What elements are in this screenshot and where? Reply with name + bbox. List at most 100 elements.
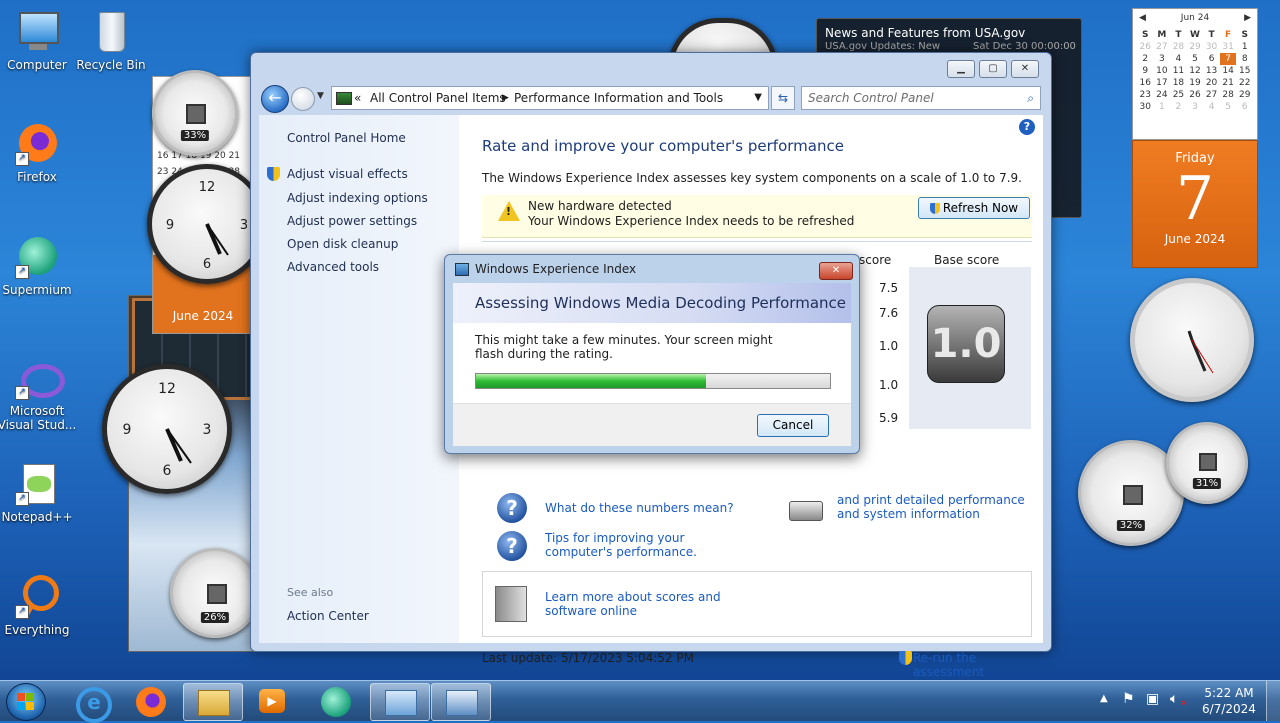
calendar-day-cell[interactable]: 3: [1187, 101, 1204, 113]
refresh-now-button[interactable]: Refresh Now: [918, 197, 1030, 219]
action-center-link[interactable]: Action Center: [287, 609, 369, 623]
calendar-day-cell[interactable]: 21: [1220, 77, 1237, 89]
calendar-day-cell[interactable]: 17: [1154, 77, 1171, 89]
clock-gadget[interactable]: 12 3 6 9: [147, 164, 267, 284]
print-details-link[interactable]: and print detailed performance and syste…: [837, 493, 1037, 521]
calendar-day-cell[interactable]: 2: [1137, 53, 1154, 65]
calendar-day-cell[interactable]: 22: [1236, 77, 1253, 89]
calendar-gadget[interactable]: ◀ Jun 24 ▶ SMTWTFS 26 27 28 29 30 31 1 2 3 4 5 6 7 8 9…: [1132, 8, 1258, 268]
adjust-visual-effects-link[interactable]: Adjust visual effects: [287, 167, 408, 181]
calendar-day-cell[interactable]: 16: [1137, 77, 1154, 89]
numbers-meaning-link[interactable]: What do these numbers mean?: [545, 501, 734, 515]
maximize-button[interactable]: ▢: [979, 60, 1007, 78]
calendar-day-cell[interactable]: 1: [1154, 101, 1171, 113]
prev-month-icon[interactable]: ◀: [1139, 13, 1146, 23]
calendar-day-cell[interactable]: 4: [1203, 101, 1220, 113]
calendar-day-cell[interactable]: 9: [1137, 65, 1154, 77]
desktop-icon-visual-studio[interactable]: ↗ Microsoft Visual Stud...: [0, 356, 77, 432]
search-input[interactable]: Search Control Panel ⌕: [801, 86, 1041, 110]
taskbar-supermium[interactable]: [307, 683, 365, 719]
calendar-day-cell[interactable]: 23: [1137, 89, 1154, 101]
taskbar-control-panel[interactable]: [370, 683, 430, 721]
close-button[interactable]: ✕: [1011, 60, 1039, 78]
start-button[interactable]: [6, 683, 46, 721]
taskbar-firefox[interactable]: [122, 683, 180, 719]
calendar-day-cell[interactable]: 26: [1187, 89, 1204, 101]
breadcrumb-current[interactable]: Performance Information and Tools: [514, 87, 723, 109]
calendar-day-cell[interactable]: 27: [1154, 41, 1171, 53]
memory-meter-gadget[interactable]: 31%: [1166, 422, 1248, 504]
calendar-day-cell[interactable]: 12: [1187, 65, 1204, 77]
desktop-icon-notepadpp[interactable]: ↗ Notepad++: [0, 462, 77, 524]
advanced-tools-link[interactable]: Advanced tools: [287, 260, 379, 274]
calendar-day-cell[interactable]: 27: [1203, 89, 1220, 101]
desktop-icon-recycle-bin[interactable]: Recycle Bin: [71, 10, 151, 72]
calendar-day-cell[interactable]: 31: [1220, 41, 1237, 53]
calendar-day-cell[interactable]: 25: [1170, 89, 1187, 101]
action-center-flag-icon[interactable]: ⚑: [1122, 691, 1135, 707]
calendar-day-cell[interactable]: 24: [1154, 89, 1171, 101]
search-icon[interactable]: ⌕: [1027, 87, 1034, 109]
calendar-day-cell[interactable]: 19: [1187, 77, 1204, 89]
desktop-icon-firefox[interactable]: ↗ Firefox: [0, 122, 77, 184]
calendar-day-cell[interactable]: 10: [1154, 65, 1171, 77]
calendar-day-cell[interactable]: 28: [1170, 41, 1187, 53]
show-hidden-icons[interactable]: ▲: [1100, 693, 1108, 704]
address-bar[interactable]: « All Control Panel Items ▶ Performance …: [331, 86, 769, 110]
calendar-day-cell[interactable]: 7: [1219, 53, 1237, 65]
adjust-indexing-link[interactable]: Adjust indexing options: [287, 191, 428, 205]
calendar-day-cell[interactable]: 8: [1236, 53, 1253, 65]
calendar-day-cell[interactable]: 15: [1236, 65, 1253, 77]
wei-dialog[interactable]: Windows Experience Index ✕ Assessing Win…: [444, 254, 860, 454]
recent-pages-icon[interactable]: ▼: [317, 91, 324, 101]
taskbar-media-player[interactable]: ▶: [243, 683, 301, 719]
desktop-icon-computer[interactable]: Computer: [0, 10, 77, 72]
tips-link[interactable]: Tips for improving your computer's perfo…: [545, 531, 745, 559]
calendar-day-cell[interactable]: 29: [1187, 41, 1204, 53]
calendar-day-cell[interactable]: 26: [1137, 41, 1154, 53]
address-dropdown-icon[interactable]: ▼: [754, 87, 762, 109]
forward-button[interactable]: [291, 87, 315, 111]
cancel-button[interactable]: Cancel: [757, 414, 829, 437]
calendar-day-cell[interactable]: 28: [1220, 89, 1237, 101]
back-button[interactable]: ←: [261, 85, 289, 113]
dialog-close-button[interactable]: ✕: [819, 262, 853, 280]
calendar-day-cell[interactable]: 14: [1220, 65, 1237, 77]
show-desktop-button[interactable]: [1266, 681, 1280, 721]
clock-gadget[interactable]: [1130, 278, 1254, 402]
volume-muted-icon[interactable]: 🔈︎: [1170, 691, 1178, 707]
calendar-day-cell[interactable]: 6: [1203, 53, 1220, 65]
calendar-day-cell[interactable]: 30: [1203, 41, 1220, 53]
learn-more-link[interactable]: Learn more about scores and software onl…: [545, 590, 765, 618]
next-month-icon[interactable]: ▶: [1244, 13, 1251, 23]
calendar-day-cell[interactable]: 2: [1170, 101, 1187, 113]
calendar-day-cell[interactable]: 18: [1170, 77, 1187, 89]
taskbar-internet-explorer[interactable]: e: [62, 683, 120, 723]
cpu-meter-gadget[interactable]: 33%: [152, 70, 238, 156]
help-icon[interactable]: ?: [1019, 119, 1035, 135]
desktop-icon-everything[interactable]: ↗ Everything: [0, 575, 77, 637]
disk-cleanup-link[interactable]: Open disk cleanup: [287, 237, 398, 251]
adjust-power-link[interactable]: Adjust power settings: [287, 214, 417, 228]
taskbar-explorer[interactable]: [183, 683, 243, 721]
cpu-meter-gadget[interactable]: 26%: [170, 548, 260, 638]
calendar-day-cell[interactable]: 5: [1220, 101, 1237, 113]
calendar-day-cell[interactable]: 29: [1236, 89, 1253, 101]
calendar-day-cell[interactable]: 5: [1187, 53, 1204, 65]
calendar-day-cell[interactable]: 1: [1236, 41, 1253, 53]
rerun-assessment-link[interactable]: Re-run the assessment: [913, 651, 1043, 679]
system-clock[interactable]: 5:22 AM 6/7/2024: [1198, 685, 1260, 717]
calendar-day-cell[interactable]: 13: [1203, 65, 1220, 77]
minimize-button[interactable]: ▁: [947, 60, 975, 78]
calendar-day-cell[interactable]: 3: [1154, 53, 1171, 65]
calendar-day-cell[interactable]: 30: [1137, 101, 1154, 113]
calendar-day-cell[interactable]: 11: [1170, 65, 1187, 77]
breadcrumb-separator-icon[interactable]: ▶: [502, 87, 509, 109]
control-panel-home-link[interactable]: Control Panel Home: [287, 131, 406, 145]
refresh-icon[interactable]: ⇆: [771, 86, 795, 110]
desktop-icon-supermium[interactable]: ↗ Supermium: [0, 235, 77, 297]
calendar-day-cell[interactable]: 6: [1236, 101, 1253, 113]
calendar-day-cell[interactable]: 4: [1170, 53, 1187, 65]
network-icon[interactable]: ▣: [1146, 691, 1159, 707]
taskbar-wei[interactable]: [431, 683, 491, 721]
